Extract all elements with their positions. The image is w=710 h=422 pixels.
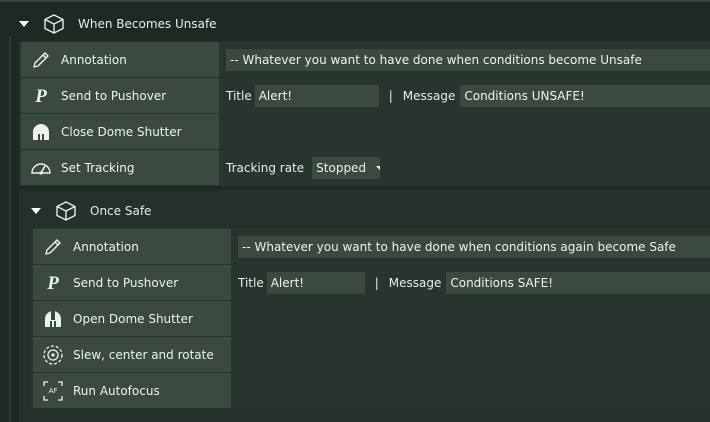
tracking-rate-dropdown[interactable]: Stopped	[312, 156, 381, 179]
tracking-rate-label: Tracking rate	[226, 160, 305, 175]
collapse-caret-icon[interactable]	[31, 208, 41, 214]
dome-closed-icon	[29, 120, 53, 144]
row-label: Send to Pushover	[61, 88, 167, 103]
unsafe-close-dome-row[interactable]: Close Dome Shutter	[21, 114, 710, 149]
row-label: Close Dome Shutter	[61, 124, 182, 139]
annotation-text-field[interactable]: -- Whatever you want to have done when c…	[238, 235, 710, 258]
gauge-icon	[29, 156, 53, 180]
svg-text:P: P	[46, 273, 59, 294]
row-label: Slew, center and rotate	[73, 347, 214, 362]
row-label: Annotation	[73, 239, 139, 254]
safe-annotation-row[interactable]: Annotation -- Whatever you want to have …	[33, 229, 710, 264]
unsafe-set-tracking-row[interactable]: Set Tracking Tracking rate Stopped	[21, 150, 710, 185]
dome-open-icon	[41, 307, 65, 331]
unsafe-pushover-row[interactable]: P Send to Pushover Title Alert! | Messag…	[21, 78, 710, 113]
message-input[interactable]: Conditions UNSAFE!	[460, 84, 710, 107]
safe-slew-center-rotate-row[interactable]: Slew, center and rotate	[33, 337, 710, 372]
autofocus-icon-text: AF	[48, 386, 58, 395]
pushover-icon: P	[41, 271, 65, 295]
safe-block-title: Once Safe	[90, 204, 152, 218]
pencil-icon	[41, 235, 65, 259]
outer-top-line	[0, 0, 710, 2]
title-input[interactable]: Alert!	[254, 84, 379, 107]
dropdown-arrow-icon	[376, 165, 381, 170]
target-rotate-icon	[41, 343, 65, 367]
autofocus-icon: AF	[41, 379, 65, 403]
safe-open-dome-row[interactable]: Open Dome Shutter	[33, 301, 710, 336]
row-label: Set Tracking	[61, 160, 135, 175]
separator: |	[374, 275, 379, 290]
pencil-icon	[29, 48, 53, 72]
collapse-caret-icon[interactable]	[19, 21, 29, 27]
row-label: Annotation	[61, 52, 127, 67]
safe-pushover-row[interactable]: P Send to Pushover Title Alert! | Messag…	[33, 265, 710, 300]
annotation-text-field[interactable]: -- Whatever you want to have done when c…	[226, 48, 710, 71]
pushover-icon: P	[29, 84, 53, 108]
sequence-panel: When Becomes Unsafe Annotation -- Whatev…	[0, 0, 710, 422]
separator: |	[388, 88, 393, 103]
safe-run-autofocus-row[interactable]: AF Run Autofocus	[33, 373, 710, 408]
message-input[interactable]: Conditions SAFE!	[446, 271, 710, 294]
title-input[interactable]: Alert!	[266, 271, 365, 294]
title-label: Title	[238, 275, 264, 290]
tracking-rate-value: Stopped	[316, 160, 367, 175]
row-label: Run Autofocus	[73, 383, 160, 398]
outer-left-border	[9, 36, 11, 422]
unsafe-annotation-row[interactable]: Annotation -- Whatever you want to have …	[21, 42, 710, 77]
svg-text:P: P	[34, 86, 47, 107]
title-label: Title	[226, 88, 252, 103]
box-icon	[42, 12, 66, 36]
safe-block-header[interactable]: Once Safe	[31, 193, 151, 229]
message-label: Message	[388, 275, 442, 290]
unsafe-block-title: When Becomes Unsafe	[78, 17, 217, 31]
row-label: Open Dome Shutter	[73, 311, 193, 326]
box-icon	[54, 199, 78, 223]
unsafe-block-header[interactable]: When Becomes Unsafe	[19, 6, 217, 42]
message-label: Message	[402, 88, 456, 103]
row-label: Send to Pushover	[73, 275, 179, 290]
